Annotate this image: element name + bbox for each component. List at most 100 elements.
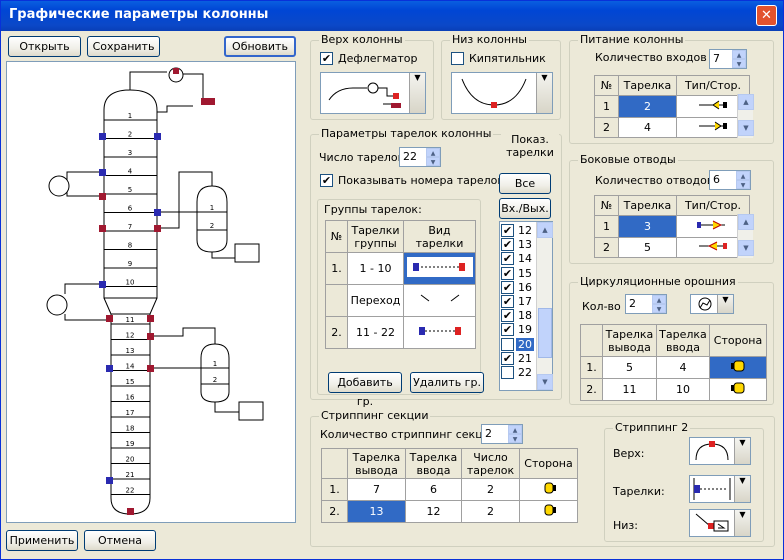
in-tray-cell[interactable]: 6 xyxy=(405,478,462,501)
up-icon[interactable]: ▲ xyxy=(426,148,440,157)
show-all-button[interactable]: Все xyxy=(499,173,551,194)
table-row[interactable]: 13 xyxy=(594,215,750,238)
table-row[interactable]: 1. 1 - 10 xyxy=(325,252,476,285)
in-tray-cell[interactable]: 12 xyxy=(405,500,462,523)
refresh-button[interactable]: Обновить xyxy=(224,36,296,57)
tray-list-checkbox[interactable]: ✔ xyxy=(501,238,514,252)
tray-list-checkbox[interactable]: ✔ xyxy=(501,309,514,323)
scroll-down-icon[interactable]: ▼ xyxy=(738,240,754,256)
save-button[interactable]: Сохранить xyxy=(87,36,160,57)
feed-scrollbar[interactable]: ▲ ▼ xyxy=(737,94,754,138)
tray-list-checkbox[interactable]: ✔ xyxy=(501,295,514,308)
side-icon[interactable] xyxy=(519,500,578,523)
show-tray-numbers-checkbox[interactable]: ✔ xyxy=(320,174,333,187)
pumparound-type-combo[interactable]: ▼ xyxy=(690,294,734,314)
feed-count-stepper[interactable]: 7 ▲ ▼ xyxy=(709,49,747,69)
stripping-count-stepper[interactable]: 2 ▲ ▼ xyxy=(481,424,523,444)
column-bottom-combo[interactable]: ▼ xyxy=(451,72,553,114)
chevron-down-icon[interactable]: ▼ xyxy=(734,438,750,464)
condenser-checkbox[interactable]: ✔ xyxy=(320,52,333,65)
down-icon[interactable]: ▼ xyxy=(736,180,750,189)
pumparounds-count-stepper[interactable]: 2 ▲ ▼ xyxy=(625,294,667,314)
tray-list-checkbox[interactable]: ✔ xyxy=(501,323,514,337)
group-trays-cell[interactable]: 1 - 10 xyxy=(347,252,404,285)
out-tray-cell[interactable]: 5 xyxy=(602,356,657,379)
up-icon[interactable]: ▲ xyxy=(736,171,750,180)
table-row[interactable]: 1. 7 6 2 xyxy=(321,478,578,501)
tray-list-number: 18 xyxy=(518,309,532,323)
chevron-down-icon[interactable]: ▼ xyxy=(409,73,425,113)
tray-view-icon[interactable] xyxy=(403,252,476,285)
draws-header-type: Тип/Стор. xyxy=(676,195,750,216)
stripping2-trays-combo[interactable]: ▼ xyxy=(689,475,751,503)
scroll-up-icon[interactable]: ▲ xyxy=(537,222,553,238)
side-icon[interactable] xyxy=(709,356,767,379)
open-button[interactable]: Открыть xyxy=(8,36,81,57)
down-icon[interactable]: ▼ xyxy=(508,434,522,443)
stripping2-top-combo[interactable]: ▼ xyxy=(689,437,751,465)
chevron-down-icon[interactable]: ▼ xyxy=(734,476,750,502)
up-icon[interactable]: ▲ xyxy=(652,295,666,304)
out-tray-cell[interactable]: 7 xyxy=(347,478,406,501)
tray-list-checkbox[interactable]: ✔ xyxy=(501,224,514,237)
window-title: Графические параметры колонны xyxy=(9,7,269,22)
tray-view-icon[interactable] xyxy=(403,316,476,349)
group-trays-cell[interactable]: Переход xyxy=(347,284,404,317)
stripping-table: Тарелка вывода Тарелка ввода Число тарелок… xyxy=(321,448,578,523)
table-row[interactable]: 2. 11 - 22 xyxy=(325,316,476,349)
tray-cell[interactable]: 3 xyxy=(618,215,677,238)
up-icon[interactable]: ▲ xyxy=(508,425,522,434)
tray-list-checkbox[interactable]: ✔ xyxy=(501,351,514,365)
scroll-up-icon[interactable]: ▲ xyxy=(738,94,754,110)
out-tray-cell[interactable]: 11 xyxy=(602,378,657,401)
table-row[interactable]: 2. 13 12 2 xyxy=(321,500,578,523)
group-trays-cell[interactable]: 11 - 22 xyxy=(347,316,404,349)
chevron-down-icon[interactable]: ▼ xyxy=(734,510,750,536)
tray-count-cell[interactable]: 2 xyxy=(461,478,520,501)
table-row[interactable]: 2. 11 10 xyxy=(580,378,767,401)
apply-button[interactable]: Применить xyxy=(6,530,78,551)
cancel-button[interactable]: Отмена xyxy=(84,530,156,551)
table-row[interactable]: 1. 5 4 xyxy=(580,356,767,379)
chevron-down-icon[interactable]: ▼ xyxy=(536,73,552,113)
tray-cell[interactable]: 2 xyxy=(618,95,677,118)
column-top-combo[interactable]: ▼ xyxy=(320,72,426,114)
scroll-down-icon[interactable]: ▼ xyxy=(738,120,754,136)
in-tray-cell[interactable]: 10 xyxy=(656,378,710,401)
table-row[interactable]: 25 xyxy=(594,237,750,258)
add-group-button[interactable]: Добавить гр. xyxy=(328,372,402,408)
table-row[interactable]: 12 xyxy=(594,95,750,118)
tray-list-scrollbar[interactable]: ▲ ▼ xyxy=(536,222,553,390)
tray-list-checkbox[interactable]: ✔ xyxy=(501,252,514,266)
tray-count-stepper[interactable]: 22 ▲ ▼ xyxy=(399,147,441,167)
down-icon[interactable]: ▼ xyxy=(732,59,746,68)
side-icon[interactable] xyxy=(519,478,578,501)
chevron-down-icon[interactable]: ▼ xyxy=(717,295,733,313)
tray-list-checkbox[interactable]: ✔ xyxy=(501,266,514,280)
down-icon[interactable]: ▼ xyxy=(426,157,440,166)
scroll-up-icon[interactable]: ▲ xyxy=(738,214,754,230)
out-tray-cell[interactable]: 13 xyxy=(347,500,406,523)
tray-list-checkbox[interactable]: ✔ xyxy=(501,280,514,294)
side-draws-count-stepper[interactable]: 6 ▲ ▼ xyxy=(709,170,751,190)
tray-count-cell[interactable]: 2 xyxy=(461,500,520,523)
in-tray-cell[interactable]: 4 xyxy=(656,356,710,379)
tray-list-checkbox[interactable] xyxy=(501,366,514,379)
side-draws-scrollbar[interactable]: ▲ ▼ xyxy=(737,214,754,258)
delete-group-button[interactable]: Удалить гр. xyxy=(410,372,484,393)
reboiler-checkbox[interactable] xyxy=(451,52,464,65)
tray-cell[interactable]: 5 xyxy=(618,237,677,258)
table-row[interactable]: Переход xyxy=(325,284,476,317)
close-button[interactable]: ✕ xyxy=(756,5,777,26)
scroll-down-icon[interactable]: ▼ xyxy=(537,374,553,390)
down-icon[interactable]: ▼ xyxy=(652,304,666,313)
up-icon[interactable]: ▲ xyxy=(732,50,746,59)
side-icon[interactable] xyxy=(709,378,767,401)
stripping2-bottom-combo[interactable]: ▼ xyxy=(689,509,751,537)
table-row[interactable]: 24 xyxy=(594,117,750,138)
scroll-thumb[interactable] xyxy=(538,308,552,358)
in-out-button[interactable]: Вх./Вых. xyxy=(499,198,551,219)
transition-icon[interactable] xyxy=(403,284,476,317)
tray-list-checkbox[interactable] xyxy=(501,337,514,351)
tray-cell[interactable]: 4 xyxy=(618,117,677,138)
